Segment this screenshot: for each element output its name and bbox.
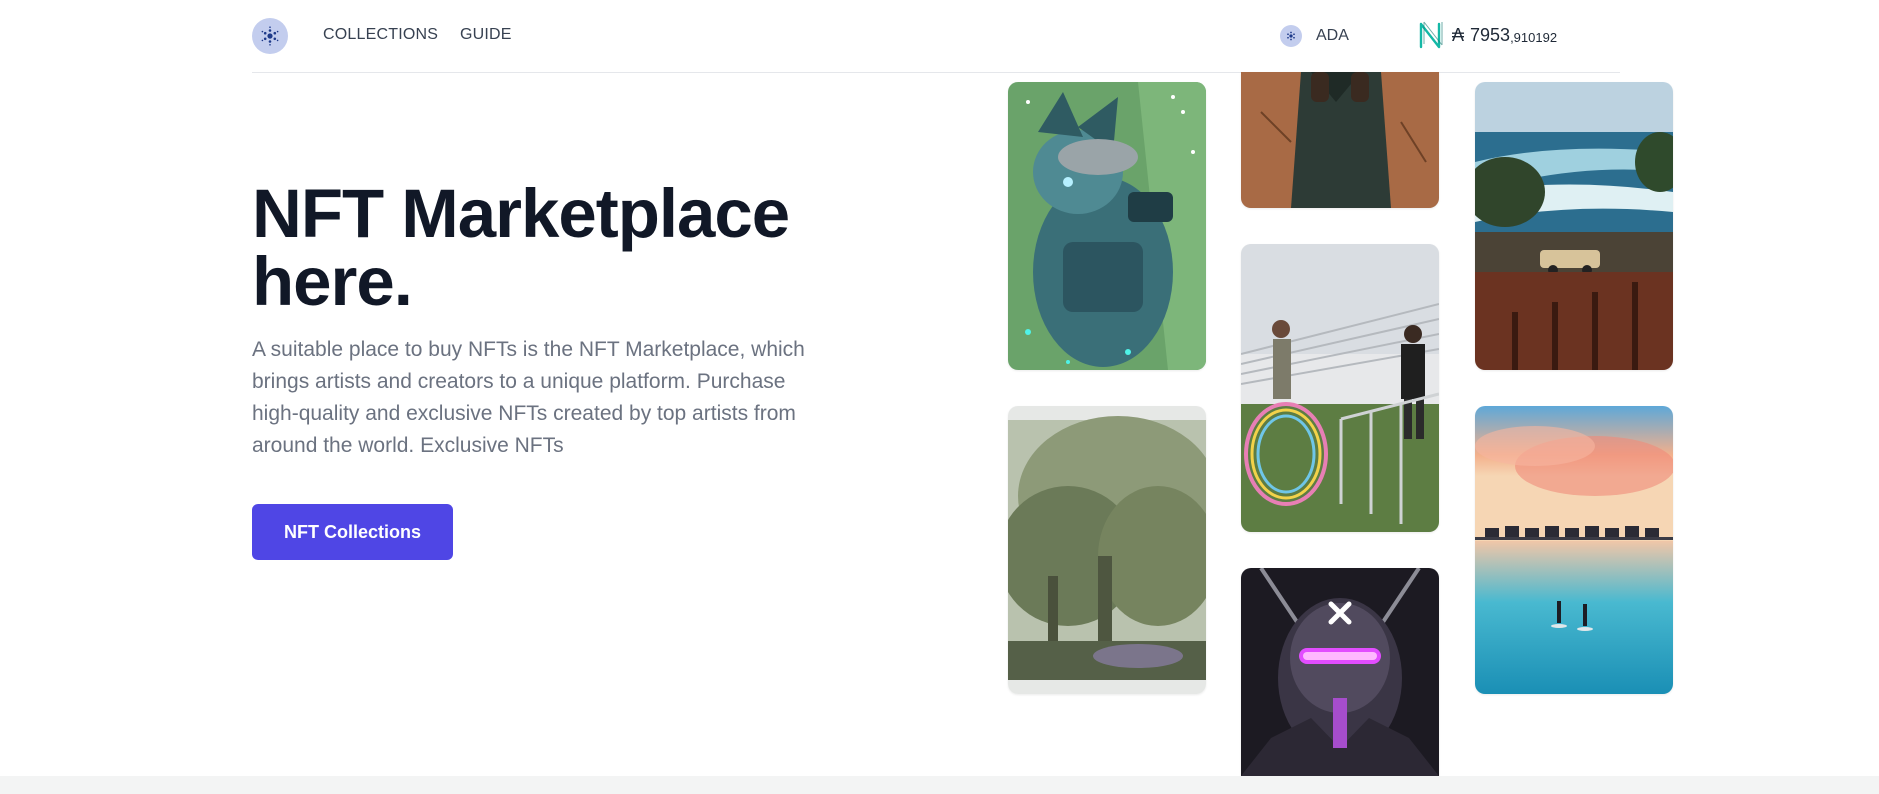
n-logo-icon [1419,21,1443,49]
nft-image-fox [1008,82,1206,370]
nft-image-robot [1241,568,1439,776]
cardano-logo-icon[interactable] [252,18,288,54]
top-navbar: COLLECTIONS GUIDE ADA ₳ 7953 ,910192 [252,0,1620,73]
nft-collections-button[interactable]: NFT Collections [252,504,453,560]
balance-integer: 7953 [1470,24,1511,45]
wallet-balance[interactable]: ₳ 7953 ,910192 [1418,20,1557,50]
cardano-icon [1280,25,1302,47]
nft-card-robot[interactable] [1241,568,1439,776]
nft-image-jacket [1241,72,1439,208]
nft-card-hoops[interactable] [1241,244,1439,532]
currency-selector[interactable]: ADA [1280,25,1349,47]
nft-image-coast [1475,82,1673,370]
hero-title: NFT Marketplace here. [252,175,790,320]
nav-guide-link[interactable]: GUIDE [460,26,512,44]
nft-card-sunset[interactable] [1475,406,1673,694]
nft-image-forest [1008,406,1206,694]
nft-image-hoops [1241,244,1439,532]
footer-band [0,776,1879,794]
nft-card-coast[interactable] [1475,82,1673,370]
nft-image-sunset [1475,406,1673,694]
nav-collections-link[interactable]: COLLECTIONS [323,26,438,44]
nft-card-jacket[interactable] [1241,72,1439,208]
nft-card-fox[interactable] [1008,82,1206,370]
balance-decimal: ,910192 [1510,29,1558,45]
currency-label: ADA [1316,27,1349,44]
nft-card-forest[interactable] [1008,406,1206,694]
ada-symbol: ₳ [1452,24,1465,45]
hero-description: A suitable place to buy NFTs is the NFT … [252,338,805,457]
